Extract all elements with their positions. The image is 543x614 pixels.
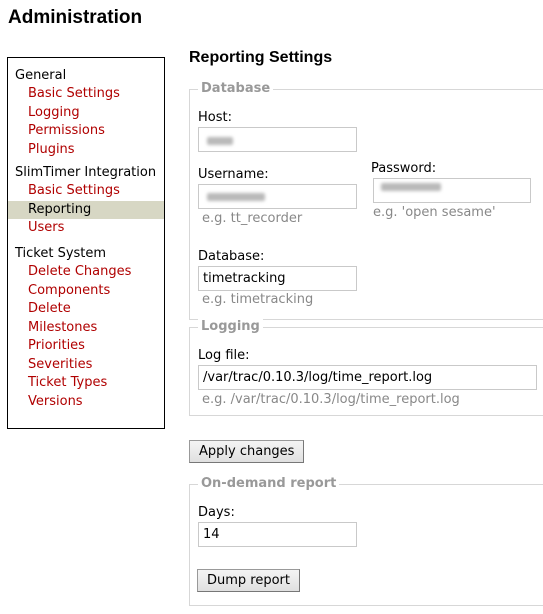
nav-item-reporting[interactable]: Reporting: [8, 200, 164, 219]
nav-item-users[interactable]: Users: [8, 219, 164, 238]
database-name-input[interactable]: [198, 266, 357, 291]
username-label: Username:: [198, 167, 269, 182]
nav-item-plugins[interactable]: Plugins: [8, 141, 164, 160]
host-redacted-value: [207, 137, 233, 145]
apply-changes-button[interactable]: Apply changes: [189, 440, 305, 463]
password-hint: e.g. 'open sesame': [373, 205, 496, 220]
nav-group: General Basic Settings Logging Permissions P…: [8, 67, 164, 159]
days-input[interactable]: [198, 522, 357, 547]
nav-item-versions[interactable]: Versions: [8, 393, 164, 412]
nav-item-basic-settings[interactable]: Basic Settings: [8, 85, 164, 104]
logfile-hint: e.g. /var/trac/0.10.3/log/time_report.lo…: [202, 392, 460, 407]
nav-group: SlimTimer Integration Basic Settings Repor…: [8, 164, 164, 238]
nav-item-components[interactable]: Components: [8, 282, 164, 301]
nav-item-ticket-types[interactable]: Ticket Types: [8, 374, 164, 393]
database-fieldset: Database Host: Username: e.g. tt_recorde…: [189, 81, 543, 320]
logging-fieldset: Logging Log file: e.g. /var/trac/0.10.3/…: [189, 319, 543, 416]
logging-legend: Logging: [198, 319, 263, 335]
nav-item-logging[interactable]: Logging: [8, 104, 164, 123]
database-name-label: Database:: [198, 249, 265, 264]
nav-item-basic-settings[interactable]: Basic Settings: [8, 182, 164, 201]
on-demand-fieldset: On-demand report Days: Dump report: [189, 476, 543, 606]
admin-nav-panel: General Basic Settings Logging Permissions P…: [7, 57, 165, 429]
section-title: Reporting Settings: [189, 49, 333, 66]
nav-group-title: Ticket System: [15, 246, 107, 261]
logfile-label: Log file:: [198, 348, 250, 363]
nav-group: Ticket System Delete Changes Components Del…: [8, 245, 164, 411]
nav-item-priorities[interactable]: Priorities: [8, 337, 164, 356]
nav-item-milestones[interactable]: Milestones: [8, 319, 164, 338]
dump-report-button[interactable]: Dump report: [197, 569, 301, 592]
days-label: Days:: [198, 505, 235, 520]
database-legend: Database: [198, 81, 274, 97]
username-hint: e.g. tt_recorder: [202, 211, 303, 226]
nav-item-severities[interactable]: Severities: [8, 356, 164, 375]
nav-group-title: General: [15, 68, 67, 83]
host-label: Host:: [198, 110, 232, 125]
logfile-input[interactable]: [198, 365, 537, 390]
nav-item-delete-changes[interactable]: Delete Changes: [8, 263, 164, 282]
password-label: Password:: [371, 161, 437, 176]
nav-item-delete[interactable]: Delete: [8, 300, 164, 319]
username-redacted-value: [207, 193, 265, 201]
page-title: Administration: [8, 7, 143, 28]
nav-item-permissions[interactable]: Permissions: [8, 122, 164, 141]
database-name-hint: e.g. timetracking: [202, 292, 314, 307]
on-demand-legend: On-demand report: [198, 476, 340, 492]
nav-group-title: SlimTimer Integration: [15, 165, 157, 180]
password-redacted-value: [381, 183, 441, 191]
